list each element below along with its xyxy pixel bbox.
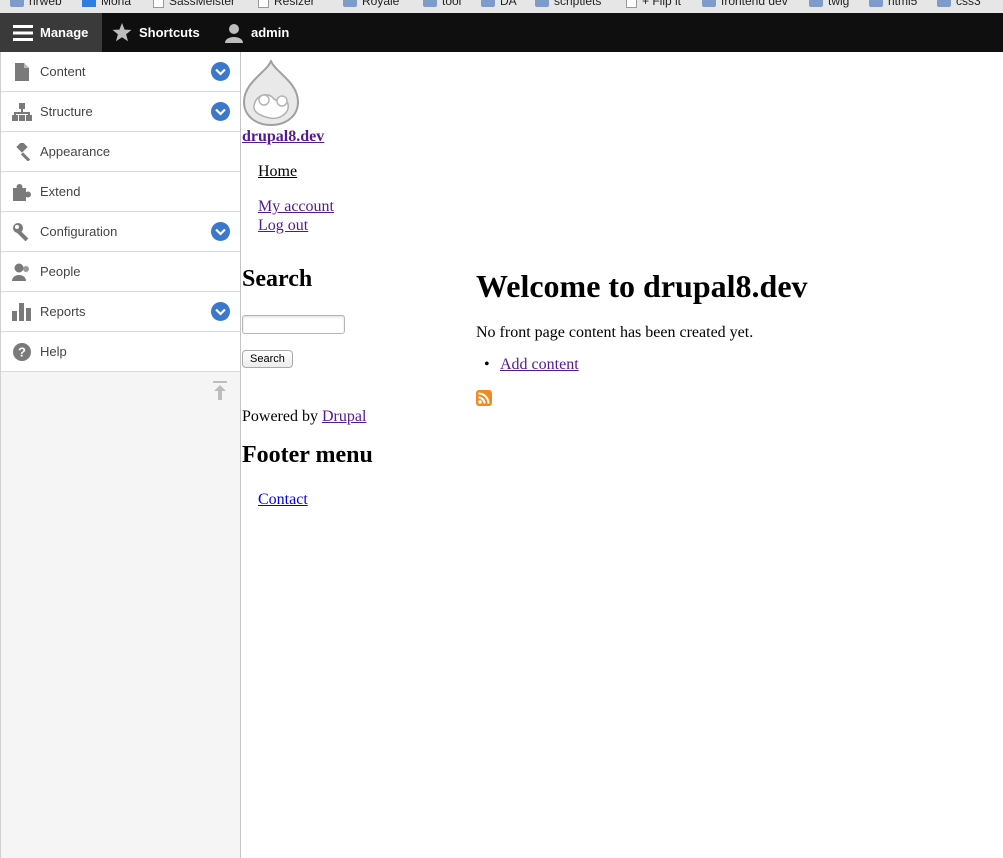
my-account-link[interactable]: My account — [258, 198, 334, 216]
help-icon: ? — [11, 341, 33, 363]
bookmark-nrweb[interactable]: nrweb — [10, 0, 62, 8]
admin-toolbar: Manage Shortcuts admin — [0, 13, 1003, 52]
contact-link[interactable]: Contact — [258, 491, 308, 509]
tray-orientation-icon[interactable] — [211, 381, 229, 401]
search-input[interactable] — [242, 315, 345, 334]
bookmark-royale[interactable]: Royale — [343, 0, 399, 8]
site-name-link[interactable]: drupal8.dev — [242, 128, 324, 146]
menu-item-help[interactable]: ? Help — [1, 332, 240, 372]
menu-item-configuration[interactable]: Configuration — [1, 212, 240, 252]
hierarchy-icon — [11, 101, 33, 123]
folder-icon — [481, 0, 495, 7]
folder-icon — [869, 0, 883, 7]
bookmark-mona[interactable]: Mona — [82, 0, 131, 8]
bookmark-sassmeister[interactable]: SassMeister — [153, 0, 235, 8]
manage-tray: Content Structure Appearance Extend Conf… — [0, 52, 241, 858]
powered-by: Powered by Drupal — [242, 408, 366, 426]
brush-icon — [11, 141, 33, 163]
folder-icon — [423, 0, 437, 7]
folder-icon — [535, 0, 549, 7]
drupal-logo-icon[interactable] — [242, 58, 300, 127]
people-icon — [11, 261, 33, 283]
shortcuts-label: Shortcuts — [139, 25, 200, 40]
bookmark-icon — [82, 0, 96, 7]
wrench-icon — [11, 221, 33, 243]
bookmark-flip-it[interactable]: + Flip it — [626, 0, 681, 8]
bookmark-frontend-dev[interactable]: frontend dev — [702, 0, 788, 8]
log-out-link[interactable]: Log out — [258, 217, 308, 235]
drupal-link[interactable]: Drupal — [322, 408, 366, 425]
admin-menu: Content Structure Appearance Extend Conf… — [1, 52, 240, 372]
folder-icon — [809, 0, 823, 7]
menu-item-appearance[interactable]: Appearance — [1, 132, 240, 172]
page-content: drupal8.dev Home My account Log out Sear… — [242, 52, 1003, 858]
bookmark-da[interactable]: DA — [481, 0, 517, 8]
manage-label: Manage — [40, 25, 89, 40]
manage-tab[interactable]: Manage — [0, 13, 102, 52]
folder-icon — [702, 0, 716, 7]
menu-item-content[interactable]: Content — [1, 52, 240, 92]
document-icon — [11, 61, 33, 83]
empty-front-message: No front page content has been created y… — [476, 324, 754, 341]
footer-menu-heading: Footer menu — [242, 442, 373, 468]
bookmark-css3[interactable]: css3 — [937, 0, 981, 8]
bookmark-scriptlets[interactable]: scriptlets — [535, 0, 601, 8]
page-icon — [258, 0, 269, 8]
user-tab[interactable]: admin — [224, 13, 289, 52]
menu-item-extend[interactable]: Extend — [1, 172, 240, 212]
search-button[interactable]: Search — [242, 350, 293, 368]
star-icon — [112, 23, 132, 42]
bookmark-tool[interactable]: tool — [423, 0, 461, 8]
menu-item-structure[interactable]: Structure — [1, 92, 240, 132]
menu-item-people[interactable]: People — [1, 252, 240, 292]
bookmark-twig[interactable]: twig — [809, 0, 849, 8]
page-title: Welcome to drupal8.dev — [476, 268, 808, 304]
bookmark-resizer[interactable]: Resizer — [258, 0, 315, 8]
list-item: Add content — [484, 356, 579, 374]
bookmark-html5[interactable]: html5 — [869, 0, 917, 8]
powered-by-text: Powered by — [242, 408, 322, 425]
search-heading: Search — [242, 266, 313, 292]
user-icon — [225, 23, 243, 43]
chevron-down-icon[interactable] — [211, 222, 230, 241]
svg-text:?: ? — [18, 344, 26, 359]
folder-icon — [937, 0, 951, 7]
user-label: admin — [251, 25, 290, 40]
chevron-down-icon[interactable] — [211, 302, 230, 321]
bar-chart-icon — [11, 301, 33, 323]
rss-feed-icon[interactable] — [476, 390, 492, 406]
add-content-link[interactable]: Add content — [500, 356, 579, 373]
chevron-down-icon[interactable] — [211, 62, 230, 81]
folder-icon — [343, 0, 357, 7]
hamburger-icon — [13, 24, 33, 41]
folder-icon — [10, 0, 24, 7]
puzzle-icon — [11, 181, 33, 203]
page-icon — [153, 0, 164, 8]
page-icon — [626, 0, 637, 8]
bookmarks-bar: nrweb Mona SassMeister Resizer Royale to… — [0, 0, 1003, 14]
shortcuts-tab[interactable]: Shortcuts — [112, 13, 200, 52]
chevron-down-icon[interactable] — [211, 102, 230, 121]
nav-home-link[interactable]: Home — [258, 163, 297, 181]
menu-item-reports[interactable]: Reports — [1, 292, 240, 332]
